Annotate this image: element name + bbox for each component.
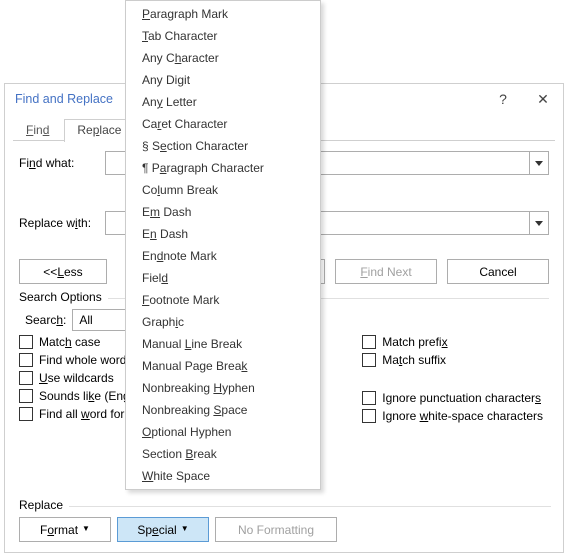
chevron-down-icon <box>535 221 543 226</box>
close-button[interactable]: ✕ <box>529 88 557 110</box>
search-options-label: Search Options <box>19 290 108 304</box>
no-formatting-button[interactable]: No Formatting <box>215 517 337 542</box>
chevron-down-icon <box>535 161 543 166</box>
find-next-button[interactable]: Find Next <box>335 259 437 284</box>
menu-manual-line-break[interactable]: Manual Line Break <box>128 333 318 355</box>
menu-endnote[interactable]: Endnote Mark <box>128 245 318 267</box>
dialog-title: Find and Replace <box>15 92 113 106</box>
menu-nonbreaking-space[interactable]: Nonbreaking Space <box>128 399 318 421</box>
match-suffix-check[interactable]: Match suffix <box>362 353 543 367</box>
bottom-actions: Format▼ Special▼ No Formatting <box>19 517 551 542</box>
menu-section-char[interactable]: § Section Character <box>128 135 318 157</box>
menu-field[interactable]: Field <box>128 267 318 289</box>
menu-nonbreaking-hyphen[interactable]: Nonbreaking Hyphen <box>128 377 318 399</box>
special-button[interactable]: Special▼ <box>117 517 209 542</box>
menu-footnote[interactable]: Footnote Mark <box>128 289 318 311</box>
tab-find[interactable]: Find <box>13 119 62 140</box>
menu-any-char[interactable]: Any Character <box>128 47 318 69</box>
menu-optional-hyphen[interactable]: Optional Hyphen <box>128 421 318 443</box>
menu-graphic[interactable]: Graphic <box>128 311 318 333</box>
search-label: Search: <box>25 313 66 327</box>
cancel-button[interactable]: Cancel <box>447 259 549 284</box>
menu-section-break[interactable]: Section Break <box>128 443 318 465</box>
menu-any-letter[interactable]: Any Letter <box>128 91 318 113</box>
menu-manual-page-break[interactable]: Manual Page Break <box>128 355 318 377</box>
tab-replace[interactable]: Replace <box>64 119 134 142</box>
find-what-dropdown[interactable] <box>529 152 548 174</box>
menu-paragraph-char[interactable]: ¶ Paragraph Character <box>128 157 318 179</box>
replace-group-divider: Replace <box>19 506 551 507</box>
menu-caret[interactable]: Caret Character <box>128 113 318 135</box>
match-prefix-check[interactable]: Match prefix <box>362 335 543 349</box>
menu-em-dash[interactable]: Em Dash <box>128 201 318 223</box>
menu-paragraph-mark[interactable]: Paragraph Mark <box>128 3 318 25</box>
menu-column-break[interactable]: Column Break <box>128 179 318 201</box>
special-menu: Paragraph Mark Tab Character Any Charact… <box>125 0 321 490</box>
ignore-white-check[interactable]: Ignore white-space characters <box>362 409 543 423</box>
menu-tab-char[interactable]: Tab Character <box>128 25 318 47</box>
menu-white-space[interactable]: White Space <box>128 465 318 487</box>
help-button[interactable]: ? <box>489 88 517 110</box>
ignore-punct-check[interactable]: Ignore punctuation characters <box>362 391 543 405</box>
find-what-label: Find what: <box>19 156 97 170</box>
bottom-area: Replace Format▼ Special▼ No Formatting <box>19 498 551 542</box>
format-button[interactable]: Format▼ <box>19 517 111 542</box>
replace-with-label: Replace with: <box>19 216 97 230</box>
replace-group-label: Replace <box>19 498 69 512</box>
right-checks: Match prefix Match suffix Ignore punctua… <box>362 335 549 423</box>
menu-any-digit[interactable]: Any Digit <box>128 69 318 91</box>
replace-with-dropdown[interactable] <box>529 212 548 234</box>
menu-en-dash[interactable]: En Dash <box>128 223 318 245</box>
window-buttons: ? ✕ <box>489 88 557 110</box>
less-button[interactable]: << Less <box>19 259 107 284</box>
